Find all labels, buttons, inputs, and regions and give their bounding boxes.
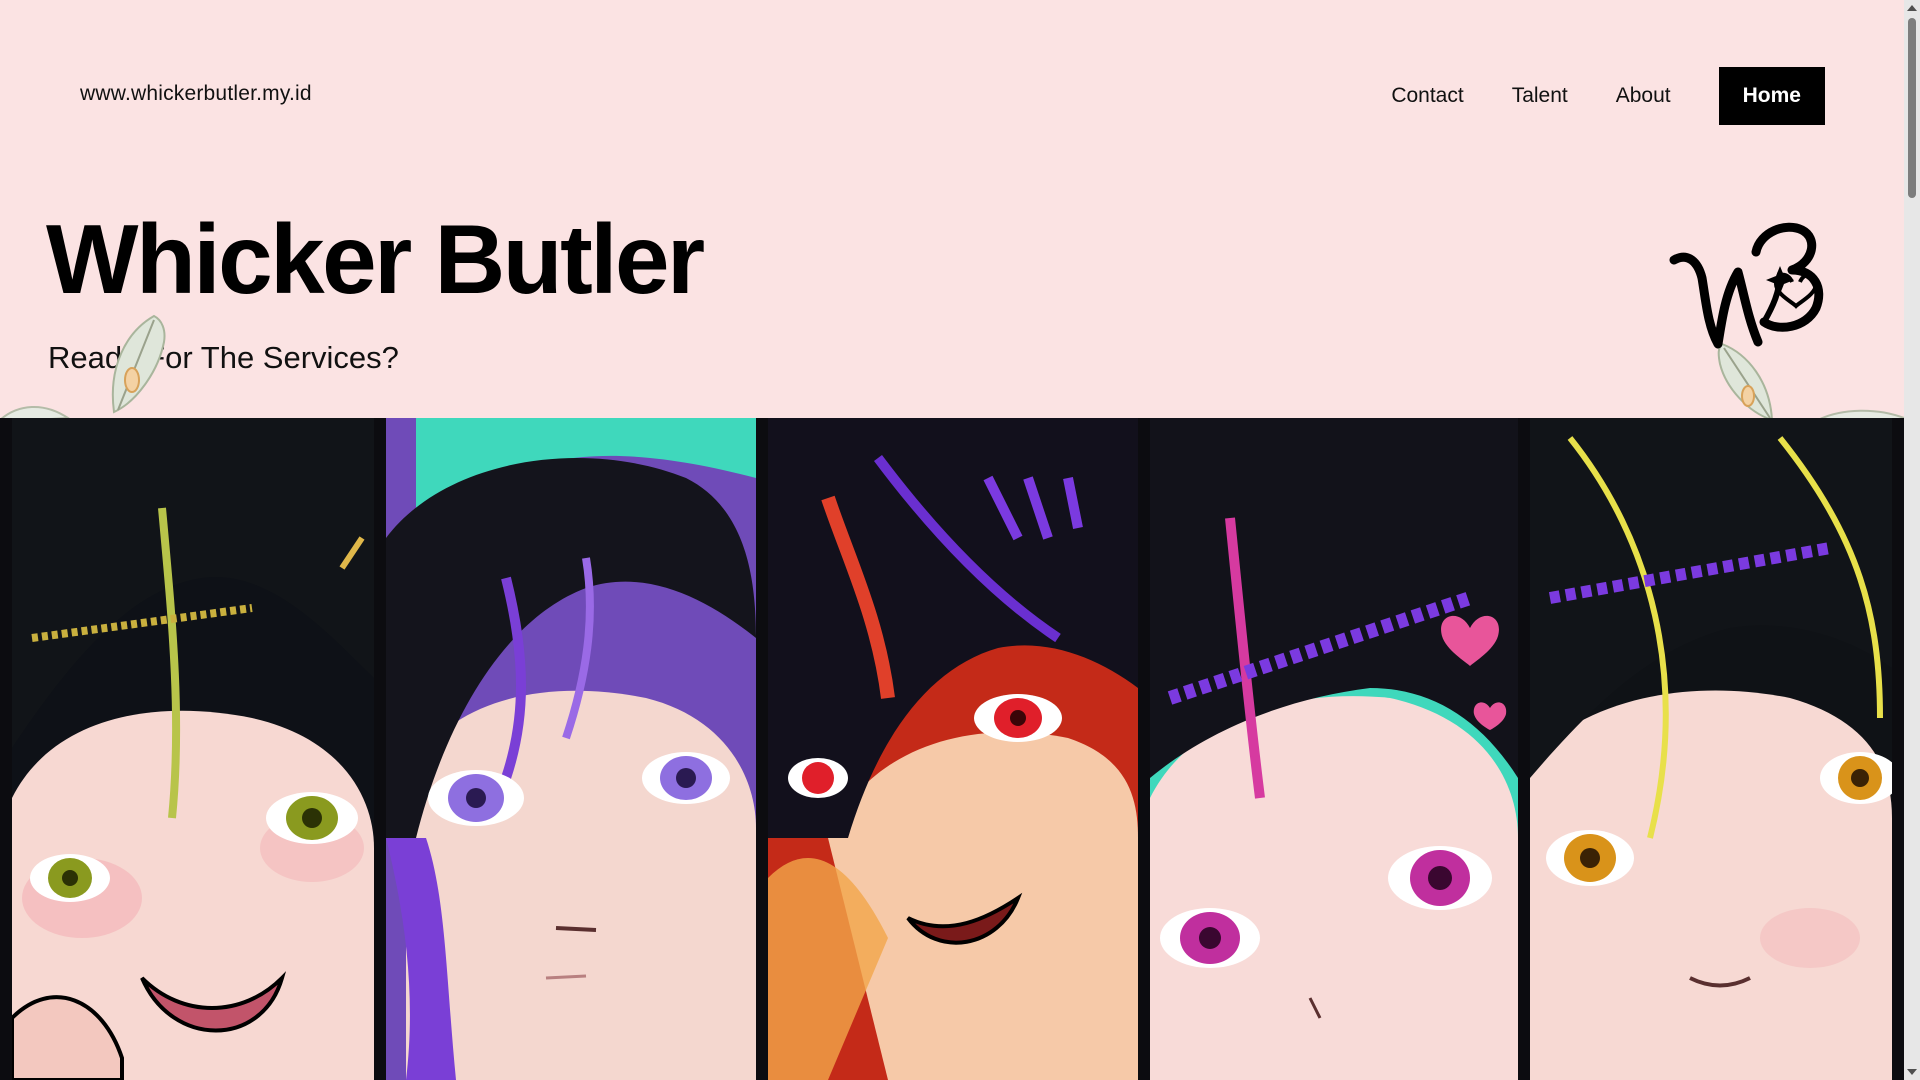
scroll-down-icon[interactable] — [1907, 1069, 1917, 1075]
character-portrait-2-icon — [386, 418, 756, 1080]
character-portrait-3-icon — [768, 418, 1138, 1080]
nav-talent-link[interactable]: Talent — [1512, 84, 1568, 108]
feather-icon — [111, 314, 166, 414]
talent-banner — [0, 418, 1904, 1080]
character-panel-5[interactable] — [1530, 418, 1892, 1080]
page-title: Whicker Butler — [46, 204, 705, 314]
main-nav: Contact Talent About Home — [1391, 67, 1825, 125]
nav-home-button[interactable]: Home — [1718, 67, 1825, 125]
character-panel-2[interactable] — [386, 418, 756, 1080]
nav-about-link[interactable]: About — [1616, 84, 1671, 108]
nav-contact-link[interactable]: Contact — [1391, 84, 1463, 108]
wb-monogram-logo-icon — [1669, 222, 1824, 349]
character-panel-4[interactable] — [1150, 418, 1518, 1080]
site-header: www.whickerbutler.my.id Contact Talent A… — [0, 0, 1904, 190]
page: www.whickerbutler.my.id Contact Talent A… — [0, 0, 1904, 1080]
character-portrait-1-icon — [12, 418, 374, 1080]
site-url-link[interactable]: www.whickerbutler.my.id — [80, 82, 312, 106]
scroll-up-icon[interactable] — [1907, 5, 1917, 11]
scroll-thumb[interactable] — [1908, 18, 1916, 198]
vertical-scrollbar[interactable] — [1904, 0, 1920, 1080]
character-panel-3[interactable] — [768, 418, 1138, 1080]
character-panel-1[interactable] — [12, 418, 374, 1080]
character-portrait-5-icon — [1530, 418, 1892, 1080]
character-portrait-4-icon — [1150, 418, 1518, 1080]
